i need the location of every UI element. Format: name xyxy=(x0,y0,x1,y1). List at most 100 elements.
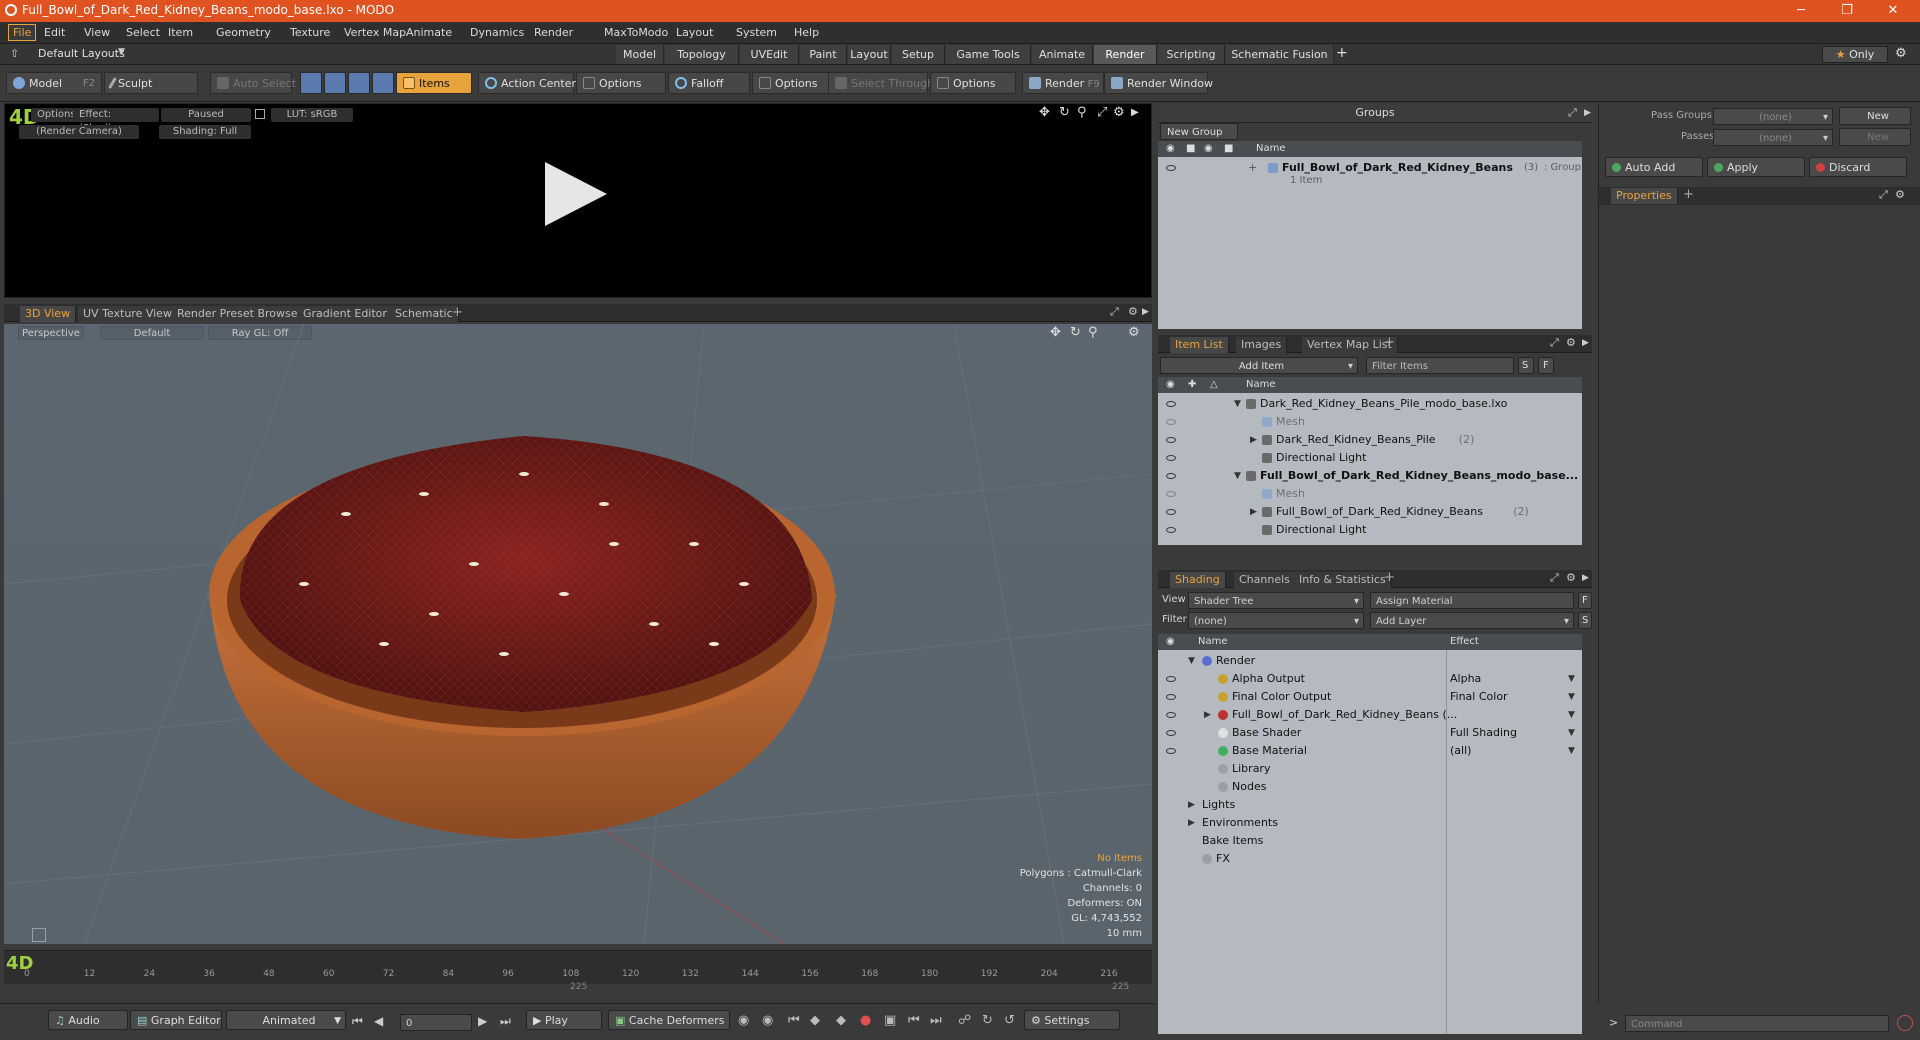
command-input[interactable]: Command xyxy=(1625,1015,1889,1032)
menu-system[interactable]: System xyxy=(736,26,777,39)
eye-icon[interactable] xyxy=(1166,527,1176,533)
new-pass-group-button[interactable]: New xyxy=(1839,107,1911,125)
view-dropdown[interactable]: Shader Tree xyxy=(1188,592,1364,610)
item-list-row[interactable]: Mesh xyxy=(1158,413,1582,431)
add-layout-tab-button[interactable]: + xyxy=(1336,45,1348,61)
group-row[interactable]: + Full_Bowl_of_Dark_Red_Kidney_Beans (3)… xyxy=(1158,159,1582,189)
tab-schematic[interactable]: Schematic xyxy=(390,306,459,322)
menu-dynamics[interactable]: Dynamics xyxy=(470,26,524,39)
item-list-row[interactable]: ▶ Dark_Red_Kidney_Beans_Pile (2) xyxy=(1158,431,1582,449)
minimize-button[interactable]: ─ xyxy=(1778,0,1824,22)
tab-properties[interactable]: Properties xyxy=(1611,188,1678,204)
sync-icon[interactable]: ↻ xyxy=(982,1013,993,1028)
shading-maximize-icon[interactable]: ⤢ xyxy=(1550,571,1559,585)
menu-help[interactable]: Help xyxy=(794,26,819,39)
prev-frame-icon[interactable]: ◀ xyxy=(374,1014,383,1028)
animated-dropdown[interactable]: Animated ▼ xyxy=(226,1010,346,1030)
eye-icon[interactable] xyxy=(1166,165,1176,171)
lock-icon[interactable] xyxy=(255,109,265,119)
new-group-button[interactable]: New Group xyxy=(1160,123,1238,140)
eye-icon[interactable] xyxy=(1166,437,1176,443)
expand-arrow-icon[interactable]: ▼ xyxy=(1188,652,1195,670)
assign-material-button[interactable]: Assign Material xyxy=(1370,592,1574,609)
menu-select[interactable]: Select xyxy=(126,26,160,39)
expand-arrow-icon[interactable]: ▶ xyxy=(1250,431,1257,449)
polygon-select-button[interactable] xyxy=(348,72,370,94)
render-camera-dropdown[interactable]: (Render Camera) xyxy=(19,125,139,139)
prev-key-icon[interactable]: ⏮ xyxy=(788,1013,800,1028)
move-icon[interactable]: ✥ xyxy=(1039,105,1050,120)
tab-scripting[interactable]: Scripting xyxy=(1158,45,1225,64)
item-list-row[interactable]: Directional Light xyxy=(1158,521,1582,539)
tab-render[interactable]: Render xyxy=(1094,45,1157,64)
next-keyframe-icon[interactable]: ⏭ xyxy=(930,1013,942,1028)
shader-effect-value[interactable]: Full Shading xyxy=(1450,724,1517,742)
add-layer-dropdown[interactable]: Add Layer xyxy=(1370,612,1574,630)
filter-f-button[interactable]: F xyxy=(1538,357,1554,374)
tab-paint[interactable]: Paint xyxy=(800,45,847,64)
item-list-row[interactable]: ▼ Full_Bowl_of_Dark_Red_Kidney_Beans_modo… xyxy=(1158,467,1582,485)
default-layouts-dropdown[interactable]: Default Layouts xyxy=(38,47,125,60)
tab-topology[interactable]: Topology xyxy=(665,45,739,64)
discard-button[interactable]: Discard xyxy=(1809,157,1907,177)
only-toggle[interactable]: ★ Only xyxy=(1822,46,1888,63)
add-properties-tab-button[interactable]: + xyxy=(1683,187,1694,202)
maximize-panel-icon[interactable]: ⤢ xyxy=(1110,305,1119,319)
new-pass-button[interactable]: New xyxy=(1839,128,1911,146)
tab-layout[interactable]: Layout xyxy=(848,45,891,64)
expand-arrow-icon[interactable]: ▶ xyxy=(1250,503,1257,521)
tab-channels[interactable]: Channels xyxy=(1234,572,1296,588)
item-list-row[interactable]: Mesh xyxy=(1158,485,1582,503)
menu-texture[interactable]: Texture xyxy=(290,26,330,39)
filter-items-input[interactable]: Filter Items xyxy=(1366,357,1514,374)
falloff-button[interactable]: Falloff xyxy=(668,72,750,94)
prev-keyframe-icon[interactable]: ⏮ xyxy=(908,1013,920,1028)
add-layer-s-button[interactable]: S xyxy=(1578,612,1592,629)
3d-viewport[interactable]: Perspective Default Ray GL: Off ✥ ↻ ⚲ ⚙ xyxy=(4,324,1152,944)
keyframe-icon-1[interactable]: ◉ xyxy=(738,1013,749,1028)
shader-tree-row[interactable]: Base Material (all) ▼ xyxy=(1158,742,1582,760)
record-icon[interactable]: ● xyxy=(860,1013,871,1028)
tab-schematic-fusion[interactable]: Schematic Fusion xyxy=(1226,45,1334,64)
pass-groups-dropdown[interactable]: (none) xyxy=(1713,108,1833,126)
eye-icon[interactable] xyxy=(1166,748,1176,754)
shader-tree-row[interactable]: Base Shader Full Shading ▼ xyxy=(1158,724,1582,742)
sculpt-mode-button[interactable]: Sculpt xyxy=(104,72,198,94)
effect-dropdown-icon[interactable]: ▼ xyxy=(1568,688,1575,706)
action-center-options-button[interactable]: Options xyxy=(576,72,666,94)
settings-button[interactable]: ⚙ Settings xyxy=(1024,1010,1120,1030)
effect-dropdown-icon[interactable]: ▼ xyxy=(1568,742,1575,760)
eye-icon[interactable] xyxy=(1166,473,1176,479)
add-item-dropdown[interactable]: Add Item xyxy=(1160,357,1358,375)
tab-animate[interactable]: Animate xyxy=(1032,45,1093,64)
render-window-button[interactable]: Render Window xyxy=(1104,72,1213,94)
items-select-button[interactable]: Items xyxy=(396,72,472,94)
add-item-list-tab-button[interactable]: + xyxy=(1384,335,1395,350)
close-button[interactable]: ✕ xyxy=(1870,0,1916,22)
keyframe-icon-2[interactable]: ◉ xyxy=(762,1013,773,1028)
view-settings-icon[interactable]: ⚙ xyxy=(1113,105,1125,120)
tab-uvedit[interactable]: UVEdit xyxy=(740,45,799,64)
groups-maximize-icon[interactable]: ⤢ xyxy=(1568,106,1577,120)
eye-icon[interactable] xyxy=(1166,491,1176,497)
layout-menu-icon[interactable]: ⇧ xyxy=(10,47,19,60)
model-mode-button[interactable]: Model F2 xyxy=(6,72,102,94)
link-icon[interactable]: ☍ xyxy=(958,1013,971,1028)
tab-setup[interactable]: Setup xyxy=(892,45,945,64)
falloff-options-button[interactable]: Options xyxy=(752,72,834,94)
item-list-row[interactable]: Directional Light xyxy=(1158,449,1582,467)
shader-tree-row[interactable]: ▶ Full_Bowl_of_Dark_Red_Kidney_Beans (...… xyxy=(1158,706,1582,724)
edge-select-button[interactable] xyxy=(324,72,346,94)
next-frame-icon[interactable]: ▶ xyxy=(478,1014,487,1028)
tab-3d-view[interactable]: 3D View xyxy=(20,306,77,322)
item-list-maximize-icon[interactable]: ⤢ xyxy=(1550,336,1559,350)
action-center-button[interactable]: Action Center xyxy=(478,72,576,94)
eye-icon[interactable] xyxy=(1166,676,1176,682)
menu-maxtomodo[interactable]: MaxToModo xyxy=(604,26,668,39)
menu-edit[interactable]: Edit xyxy=(44,26,65,39)
shader-tree-row[interactable]: Final Color Output Final Color ▼ xyxy=(1158,688,1582,706)
command-stop-icon[interactable] xyxy=(1897,1015,1913,1031)
shading-dropdown[interactable]: Shading: Full xyxy=(159,125,251,139)
item-list-gear-icon[interactable]: ⚙ xyxy=(1566,336,1576,349)
lut-dropdown[interactable]: LUT: sRGB xyxy=(271,108,353,122)
